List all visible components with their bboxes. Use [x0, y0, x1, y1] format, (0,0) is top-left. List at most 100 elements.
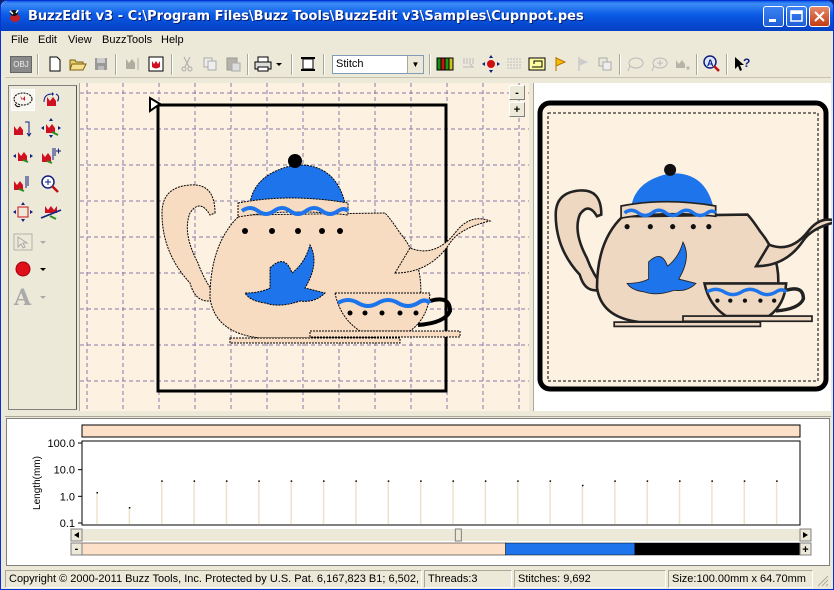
add-stitch-button[interactable] — [672, 54, 692, 74]
close-icon — [814, 11, 825, 22]
tulip-needle-plus-icon — [42, 148, 61, 164]
toolbar: OBJ Stitch ▼ A ? — [5, 51, 831, 78]
thread-color-segment[interactable] — [505, 542, 636, 556]
balloon-disabled-icon — [627, 57, 644, 72]
print-dropdown-button[interactable] — [273, 54, 285, 74]
color-bars-icon — [436, 57, 454, 71]
zoom-text-button[interactable]: A — [702, 54, 722, 74]
menu-help[interactable]: Help — [161, 34, 184, 46]
thread-color-segment[interactable] — [634, 542, 801, 556]
satin-button[interactable] — [504, 54, 524, 74]
color-dropdown[interactable] — [37, 258, 49, 280]
y-tick-label: 1.0 — [60, 491, 75, 503]
overlay-button[interactable] — [595, 54, 615, 74]
resize-square-arrows-icon — [13, 202, 33, 222]
open-button[interactable] — [68, 54, 88, 74]
toolbar-separator — [37, 54, 39, 75]
text-a-disabled-icon: A — [13, 286, 32, 308]
chevron-down-icon — [40, 241, 46, 244]
stitch-length-point — [323, 480, 325, 482]
sewing-machine-button[interactable] — [527, 54, 547, 74]
stitch-length-point — [161, 480, 163, 482]
zoom-in-tool[interactable] — [39, 173, 63, 195]
stitch-length-point — [387, 480, 390, 482]
menu-edit[interactable]: Edit — [38, 34, 57, 46]
tool-palette: A — [8, 85, 77, 410]
toolbar-separator — [171, 54, 173, 75]
menu-file[interactable]: File — [11, 34, 29, 46]
zoom-in-button[interactable]: + — [509, 102, 525, 117]
toolbar-separator — [291, 54, 293, 75]
save-disk-icon — [95, 58, 107, 70]
balloon-button-1[interactable] — [625, 54, 645, 74]
design-canvas[interactable] — [79, 83, 529, 411]
menu-buzztools[interactable]: BuzzTools — [102, 34, 152, 46]
select-pointer-disabled-icon — [13, 233, 33, 251]
toolbar-separator — [247, 54, 249, 75]
reorder-down-tool[interactable] — [11, 117, 35, 139]
obj-button[interactable]: OBJ — [10, 54, 32, 74]
print-button[interactable] — [253, 54, 273, 74]
start-flag-button[interactable] — [550, 54, 570, 74]
jump-stitch-disabled-icon — [463, 58, 475, 68]
design-canvas-drawing[interactable] — [80, 83, 529, 411]
rotate-select-tool[interactable] — [39, 89, 63, 111]
maximize-button[interactable] — [786, 6, 807, 27]
lasso-select-tool[interactable] — [11, 89, 35, 111]
select-pointer-tool[interactable] — [11, 231, 35, 253]
stitch-mode-select[interactable]: Stitch ▼ — [332, 55, 424, 74]
tulip-add-disabled-icon — [676, 60, 690, 70]
hoop-button[interactable] — [298, 54, 318, 74]
stitch-edit-button[interactable] — [122, 54, 142, 74]
resize-tool[interactable] — [11, 201, 35, 223]
show-design-button[interactable] — [146, 54, 166, 74]
jump-stitch-button[interactable] — [458, 54, 478, 74]
stitch-preview-drawing — [537, 100, 833, 392]
text-dropdown[interactable] — [37, 286, 49, 308]
close-button[interactable] — [809, 6, 830, 27]
toolbar-separator — [696, 54, 698, 75]
balloon-button-2[interactable] — [649, 54, 669, 74]
stitch-length-point — [128, 507, 131, 509]
context-help-button[interactable]: ? — [732, 54, 752, 74]
toolbar-separator — [429, 54, 431, 75]
chevron-down-icon[interactable]: ▼ — [407, 56, 423, 73]
copy-button[interactable] — [200, 54, 220, 74]
tulip-move-arrows-icon — [41, 118, 61, 138]
menu-view[interactable]: View — [68, 34, 92, 46]
stitch-length-point — [290, 480, 293, 482]
stitch-length-point — [646, 480, 649, 482]
balloon-star-disabled-icon — [651, 57, 668, 72]
save-button[interactable] — [91, 54, 111, 74]
y-tick-label: 0.1 — [60, 518, 75, 530]
chart-scrollbar-thumb[interactable] — [454, 528, 462, 542]
stitch-length-panel: Length(mm) 100.0 10.0 1.0 0.1 - + — [6, 418, 830, 566]
split-tool[interactable] — [11, 173, 35, 195]
move-tool[interactable] — [39, 117, 63, 139]
expand-tool[interactable] — [11, 145, 35, 167]
panel-splitter[interactable] — [5, 411, 831, 417]
zoom-out-button[interactable]: - — [509, 85, 525, 100]
text-tool[interactable]: A — [11, 286, 35, 308]
color-tool[interactable] — [11, 258, 35, 280]
hoop-frame-icon — [301, 57, 315, 71]
stitch-preview-panel — [533, 83, 833, 411]
new-button[interactable] — [45, 54, 65, 74]
minimize-button[interactable] — [763, 6, 784, 27]
move-center-button[interactable] — [481, 54, 501, 74]
help-pointer-icon: ? — [735, 56, 750, 71]
delete-stitch-tool[interactable] — [39, 201, 63, 223]
y-tick-label: 10.0 — [54, 465, 75, 477]
resize-grip-icon[interactable] — [816, 574, 829, 587]
thread-colors-button[interactable] — [435, 54, 455, 74]
title-bar[interactable]: BuzzEdit v3 - C:\Program Files\Buzz Tool… — [1, 1, 833, 31]
select-pointer-dropdown[interactable] — [37, 231, 49, 253]
cut-button[interactable] — [177, 54, 197, 74]
insert-stitch-tool[interactable] — [39, 145, 63, 167]
status-stitches: Stitches: 9,692 — [514, 570, 666, 588]
flag-icon — [555, 57, 567, 71]
paste-button[interactable] — [223, 54, 243, 74]
thread-color-segment[interactable] — [81, 542, 506, 556]
end-flag-button[interactable] — [573, 54, 593, 74]
stitch-length-chart: Length(mm) 100.0 10.0 1.0 0.1 - + — [32, 424, 812, 556]
